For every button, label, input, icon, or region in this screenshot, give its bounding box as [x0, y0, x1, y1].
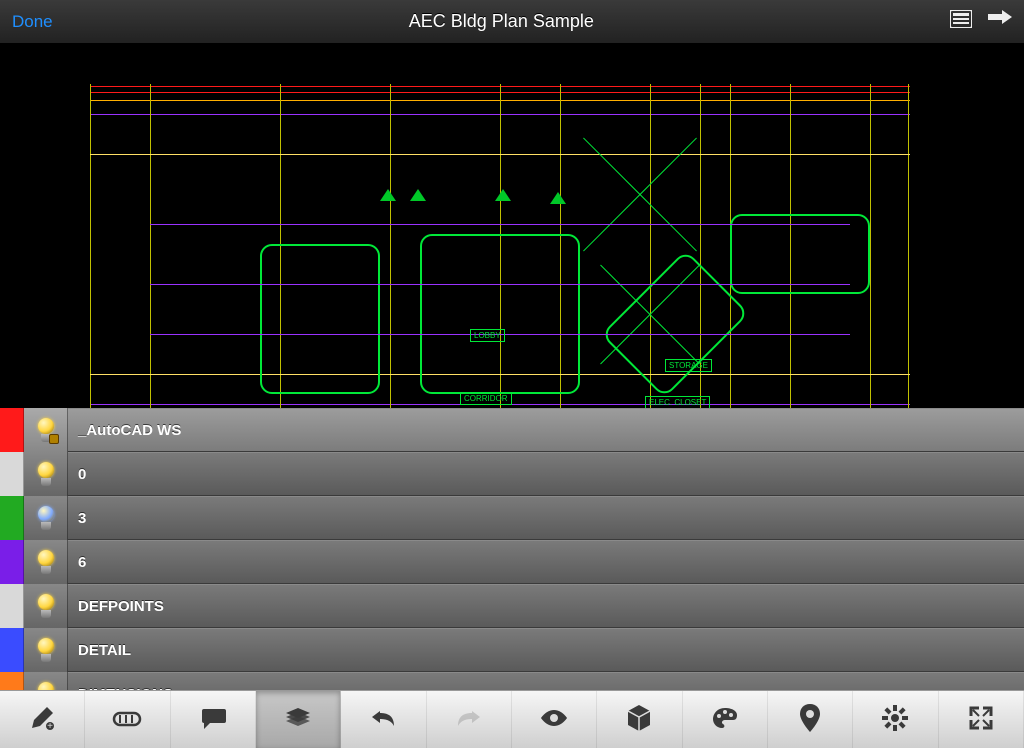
layer-visibility-toggle[interactable] [24, 628, 68, 672]
comment-icon [200, 707, 226, 732]
measure-tool-button[interactable] [85, 691, 170, 748]
layer-color-swatch[interactable] [0, 672, 24, 690]
lightbulb-off-icon [37, 506, 55, 530]
drawing-canvas[interactable]: LOBBY CORRIDOR STORAGE ELEC. CLOSET [0, 44, 1024, 408]
done-button[interactable]: Done [12, 12, 53, 32]
layer-visibility-toggle[interactable] [24, 496, 68, 540]
grid-tool-button[interactable] [597, 691, 682, 748]
room-label-storage: STORAGE [665, 359, 712, 372]
svg-text:+: + [47, 721, 53, 731]
layer-visibility-toggle[interactable] [24, 584, 68, 628]
layer-color-swatch[interactable] [0, 408, 24, 452]
comment-tool-button[interactable] [171, 691, 256, 748]
room-label-elec: ELEC. CLOSET [645, 396, 710, 408]
draw-icon: + [29, 705, 55, 734]
lock-icon [49, 434, 59, 444]
layer-row[interactable]: 6 [0, 540, 1024, 584]
layer-name-label: 3 [68, 510, 86, 527]
layer-color-swatch[interactable] [0, 628, 24, 672]
layer-visibility-toggle[interactable] [24, 452, 68, 496]
location-icon [800, 704, 820, 735]
cad-drawing: LOBBY CORRIDOR STORAGE ELEC. CLOSET [90, 84, 910, 408]
layer-visibility-toggle[interactable] [24, 540, 68, 584]
title-bar: Done AEC Bldg Plan Sample [0, 0, 1024, 44]
layer-visibility-toggle[interactable] [24, 672, 68, 690]
layer-row[interactable]: 0 [0, 452, 1024, 496]
layer-color-swatch[interactable] [0, 496, 24, 540]
lightbulb-on-icon [37, 550, 55, 574]
share-icon[interactable] [988, 10, 1012, 33]
measure-icon [112, 707, 142, 732]
view-icon [539, 708, 569, 731]
palette-tool-button[interactable] [683, 691, 768, 748]
layer-row[interactable]: DEFPOINTS [0, 584, 1024, 628]
layer-row[interactable]: DETAIL [0, 628, 1024, 672]
layer-name-label: _AutoCAD WS [68, 422, 181, 439]
draw-tool-button[interactable]: + [0, 691, 85, 748]
lightbulb-on-icon [37, 594, 55, 618]
grid-icon [628, 705, 650, 734]
lightbulb-on-icon [37, 682, 55, 690]
layer-panel[interactable]: _AutoCAD WS 0 3 6 DEFPOINTS DETAIL DIMENSIONS [0, 408, 1024, 690]
layer-name-label: 0 [68, 466, 86, 483]
settings-icon [882, 705, 908, 734]
room-label-lobby: LOBBY [470, 329, 505, 342]
redo-tool-button[interactable] [427, 691, 512, 748]
undo-tool-button[interactable] [341, 691, 426, 748]
layer-name-label: DETAIL [68, 642, 131, 659]
layers-tool-button[interactable] [256, 691, 341, 748]
location-tool-button[interactable] [768, 691, 853, 748]
redo-icon [456, 708, 482, 731]
expand-icon [969, 706, 993, 733]
expand-tool-button[interactable] [939, 691, 1024, 748]
panel-icon[interactable] [950, 10, 972, 33]
layer-color-swatch[interactable] [0, 452, 24, 496]
palette-icon [711, 706, 739, 733]
layer-row[interactable]: _AutoCAD WS [0, 408, 1024, 452]
settings-tool-button[interactable] [853, 691, 938, 748]
room-label-corridor: CORRIDOR [460, 392, 512, 405]
layer-name-label: 6 [68, 554, 86, 571]
view-tool-button[interactable] [512, 691, 597, 748]
layers-icon [284, 706, 312, 733]
lightbulb-on-icon [37, 638, 55, 662]
document-title: AEC Bldg Plan Sample [409, 11, 594, 32]
lightbulb-on-icon [37, 462, 55, 486]
layer-color-swatch[interactable] [0, 540, 24, 584]
undo-icon [370, 708, 396, 731]
layer-visibility-toggle[interactable] [24, 408, 68, 452]
layer-name-label: DEFPOINTS [68, 598, 164, 615]
layer-row[interactable]: 3 [0, 496, 1024, 540]
layer-color-swatch[interactable] [0, 584, 24, 628]
bottom-toolbar: + [0, 690, 1024, 748]
layer-row[interactable]: DIMENSIONS [0, 672, 1024, 690]
layer-name-label: DIMENSIONS [68, 686, 173, 691]
lightbulb-on-icon [37, 418, 55, 442]
